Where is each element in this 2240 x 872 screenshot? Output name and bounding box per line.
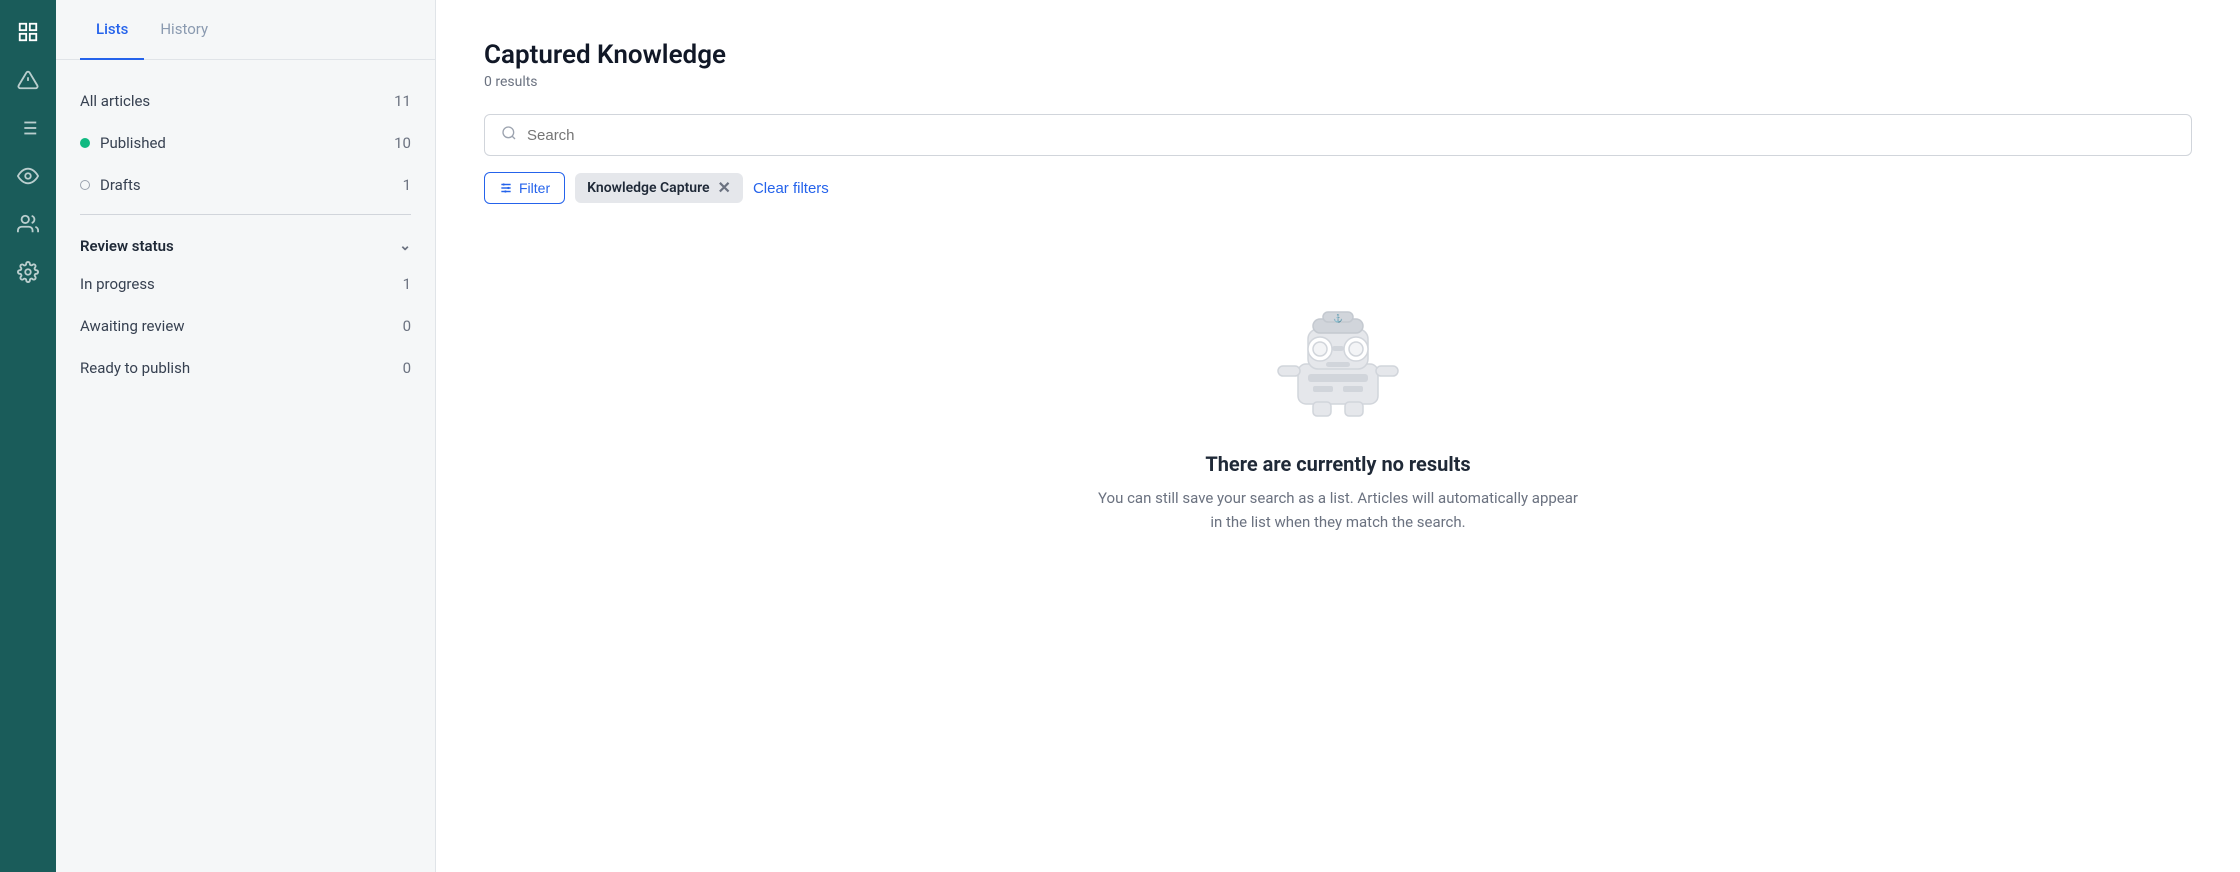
- filter-list: All articles 11 Published 10 Drafts 1 Re…: [56, 60, 435, 872]
- tab-history[interactable]: History: [144, 0, 224, 60]
- all-articles-label: All articles: [80, 92, 150, 110]
- page-title: Captured Knowledge: [484, 40, 2192, 70]
- review-status-label: Review status: [80, 237, 174, 255]
- users-icon[interactable]: [8, 204, 48, 244]
- filter-tag-label: Knowledge Capture: [587, 180, 709, 196]
- filter-drafts[interactable]: Drafts 1: [80, 164, 411, 206]
- filter-all-articles[interactable]: All articles 11: [80, 80, 411, 122]
- ready-to-publish-count: 0: [403, 359, 411, 377]
- divider: [80, 214, 411, 215]
- tab-lists[interactable]: Lists: [80, 0, 144, 60]
- filter-button-label: Filter: [519, 180, 550, 196]
- published-count: 10: [394, 134, 411, 152]
- results-count: 0 results: [484, 74, 2192, 90]
- awaiting-review-count: 0: [403, 317, 411, 335]
- clear-filters-button[interactable]: Clear filters: [753, 180, 829, 197]
- published-dot-icon: [80, 138, 90, 148]
- drafts-label: Drafts: [100, 176, 141, 194]
- main-content: Captured Knowledge 0 results Filter Know…: [436, 0, 2240, 872]
- filter-ready-to-publish[interactable]: Ready to publish 0: [80, 347, 411, 389]
- books-icon[interactable]: [8, 12, 48, 52]
- sidebar-nav: [0, 0, 56, 872]
- ready-to-publish-label: Ready to publish: [80, 359, 190, 377]
- search-icon: [501, 125, 517, 145]
- empty-state-description: You can still save your search as a list…: [1098, 486, 1578, 534]
- empty-state-title: There are currently no results: [1205, 452, 1470, 476]
- drafts-count: 1: [403, 176, 411, 194]
- empty-state: ⚓ T: [484, 244, 2192, 574]
- preview-icon[interactable]: [8, 156, 48, 196]
- active-filter-tag: Knowledge Capture ✕: [575, 173, 743, 203]
- in-progress-label: In progress: [80, 275, 155, 293]
- chevron-up-icon: ⌄: [399, 238, 411, 254]
- filter-awaiting-review[interactable]: Awaiting review 0: [80, 305, 411, 347]
- alerts-icon[interactable]: [8, 60, 48, 100]
- empty-illustration: ⚓: [1238, 284, 1438, 428]
- filter-row: Filter Knowledge Capture ✕ Clear filters: [484, 172, 2192, 204]
- all-articles-count: 11: [394, 92, 411, 110]
- filter-button[interactable]: Filter: [484, 172, 565, 204]
- search-input[interactable]: [527, 127, 2175, 144]
- awaiting-review-label: Awaiting review: [80, 317, 185, 335]
- settings-icon[interactable]: [8, 252, 48, 292]
- drafts-dot-icon: [80, 180, 90, 190]
- filter-in-progress[interactable]: In progress 1: [80, 263, 411, 305]
- published-label: Published: [100, 134, 166, 152]
- filter-tag-close-icon[interactable]: ✕: [718, 180, 731, 196]
- filter-published[interactable]: Published 10: [80, 122, 411, 164]
- lists-icon[interactable]: [8, 108, 48, 148]
- svg-text:⚓: ⚓: [1333, 313, 1343, 323]
- tabs-bar: Lists History: [56, 0, 435, 60]
- left-panel: Lists History All articles 11 Published …: [56, 0, 436, 872]
- in-progress-count: 1: [403, 275, 411, 293]
- review-status-header[interactable]: Review status ⌄: [80, 223, 411, 263]
- search-bar: [484, 114, 2192, 156]
